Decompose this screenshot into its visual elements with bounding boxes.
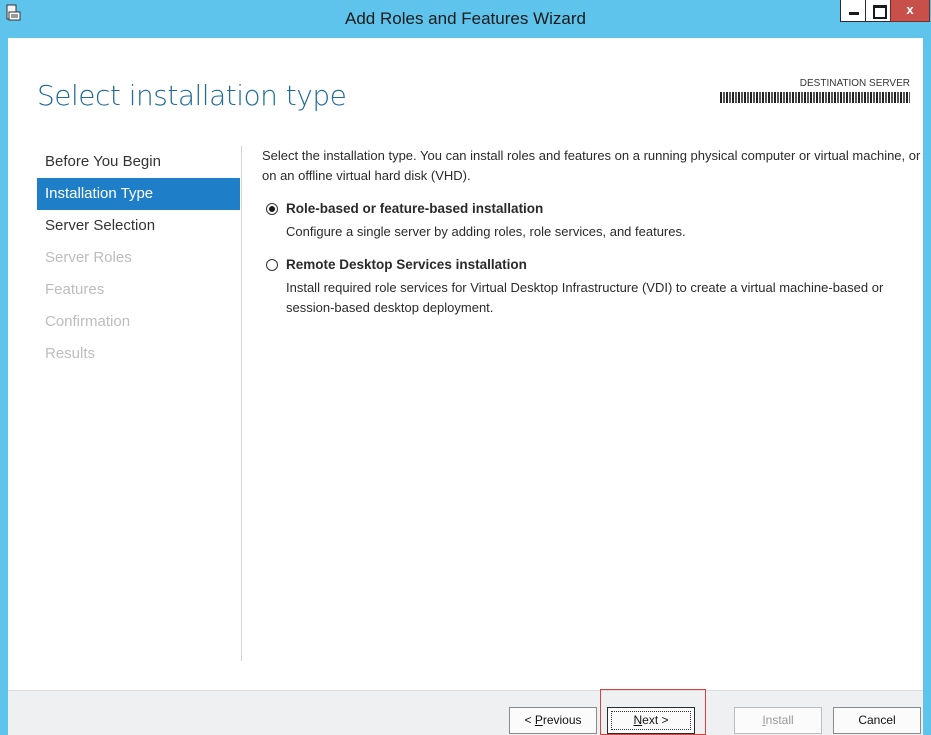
install-button: Install: [734, 707, 822, 734]
destination-server-label: DESTINATION SERVER: [799, 78, 910, 89]
nav-item-results: Results: [45, 345, 96, 362]
maximize-button[interactable]: [865, 0, 891, 22]
nav-item-server-selection[interactable]: Server Selection: [37, 210, 240, 242]
nav-item-installation-type[interactable]: Installation Type: [37, 178, 240, 210]
radio-remote-desktop[interactable]: [266, 259, 278, 271]
option-description: Configure a single server by adding role…: [286, 224, 686, 239]
nav-item-server-roles: Server Roles: [45, 249, 132, 266]
intro-text: Select the installation type. You can in…: [262, 148, 921, 183]
title-bar: Add Roles and Features Wizard x: [0, 0, 931, 38]
window-frame-left: [0, 38, 8, 735]
next-button-highlight: [600, 689, 706, 735]
nav-divider: [241, 146, 242, 661]
option-description: Install required role services for Virtu…: [286, 280, 884, 315]
nav-item-features: Features: [45, 281, 105, 298]
option-remote-desktop[interactable]: Remote Desktop Services installation Ins…: [262, 256, 922, 318]
cancel-button[interactable]: Cancel: [833, 707, 921, 734]
nav-item-before-you-begin[interactable]: Before You Begin: [37, 146, 240, 178]
window-frame-right: [923, 38, 931, 735]
install-rest: nstall: [765, 713, 794, 727]
close-button[interactable]: x: [890, 0, 930, 22]
wizard-nav: Before You Begin Installation Type Serve…: [37, 146, 240, 370]
previous-button[interactable]: < Previous: [509, 707, 597, 734]
option-role-based[interactable]: Role-based or feature-based installation…: [262, 200, 922, 242]
option-title[interactable]: Remote Desktop Services installation: [286, 256, 922, 274]
radio-role-based[interactable]: [266, 203, 278, 215]
main-content: Select the installation type. You can in…: [262, 146, 922, 318]
page-title: Select installation type: [37, 79, 347, 112]
minimize-button[interactable]: [840, 0, 866, 22]
destination-server-name-redacted: [720, 92, 910, 103]
previous-rest: revious: [542, 713, 582, 727]
window-title: Add Roles and Features Wizard: [345, 9, 586, 28]
nav-item-confirmation: Confirmation: [45, 313, 131, 330]
previous-prefix: <: [524, 713, 535, 727]
previous-mnemonic: P: [534, 713, 543, 727]
option-title[interactable]: Role-based or feature-based installation: [286, 200, 922, 218]
